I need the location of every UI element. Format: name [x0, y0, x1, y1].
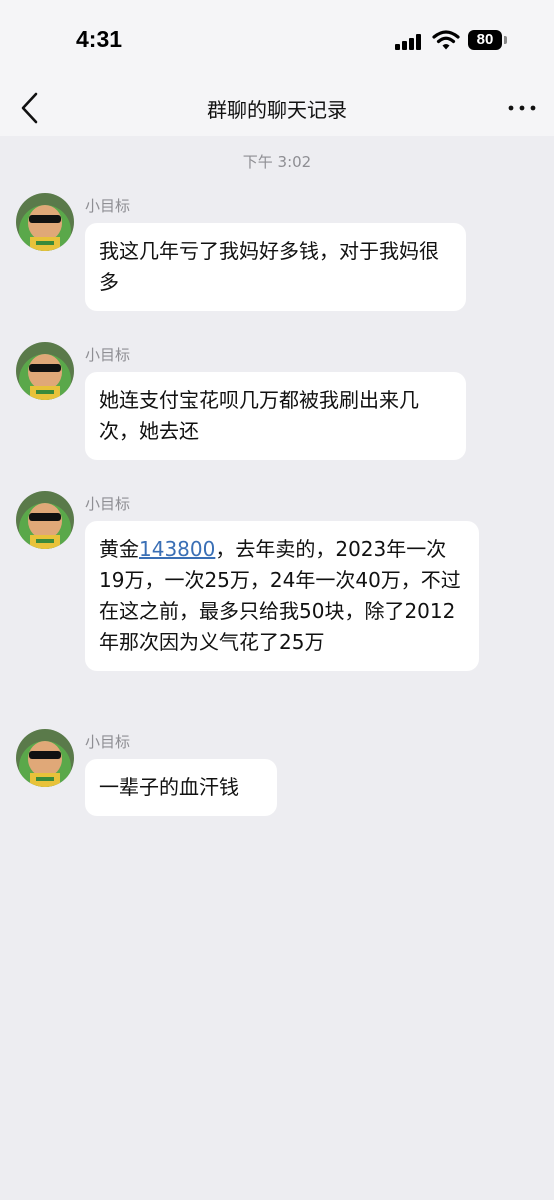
status-time: 4:31	[76, 26, 123, 52]
page-title: 群聊的聊天记录	[207, 98, 347, 122]
message-text-prefix: 黄金	[99, 537, 139, 561]
sender-name: 小目标	[85, 197, 131, 215]
more-button[interactable]	[505, 96, 539, 120]
more-horizontal-icon	[508, 105, 536, 111]
avatar[interactable]	[16, 193, 74, 251]
cellular-signal-icon	[395, 34, 425, 50]
wifi-icon	[432, 30, 460, 50]
status-bar: 4:31 80	[0, 0, 554, 82]
message-bubble[interactable]: 我这几年亏了我妈好多钱，对于我妈很多	[85, 223, 466, 311]
message-bubble[interactable]: 黄金143800，去年卖的，2023年一次19万，一次25万，24年一次40万，…	[85, 521, 479, 671]
nav-bar: 群聊的聊天记录	[0, 82, 554, 136]
avatar[interactable]	[16, 491, 74, 549]
avatar[interactable]	[16, 342, 74, 400]
chat-timestamp: 下午 3:02	[242, 153, 312, 171]
sender-name: 小目标	[85, 495, 131, 513]
avatar[interactable]	[16, 729, 74, 787]
message-bubble[interactable]: 一辈子的血汗钱	[85, 759, 277, 816]
number-link[interactable]: 143800	[139, 537, 215, 561]
sender-name: 小目标	[85, 733, 131, 751]
battery-tip	[504, 36, 507, 44]
message-bubble[interactable]: 她连支付宝花呗几万都被我刷出来几次，她去还	[85, 372, 466, 460]
battery-indicator: 80	[468, 30, 502, 50]
sender-name: 小目标	[85, 346, 131, 364]
